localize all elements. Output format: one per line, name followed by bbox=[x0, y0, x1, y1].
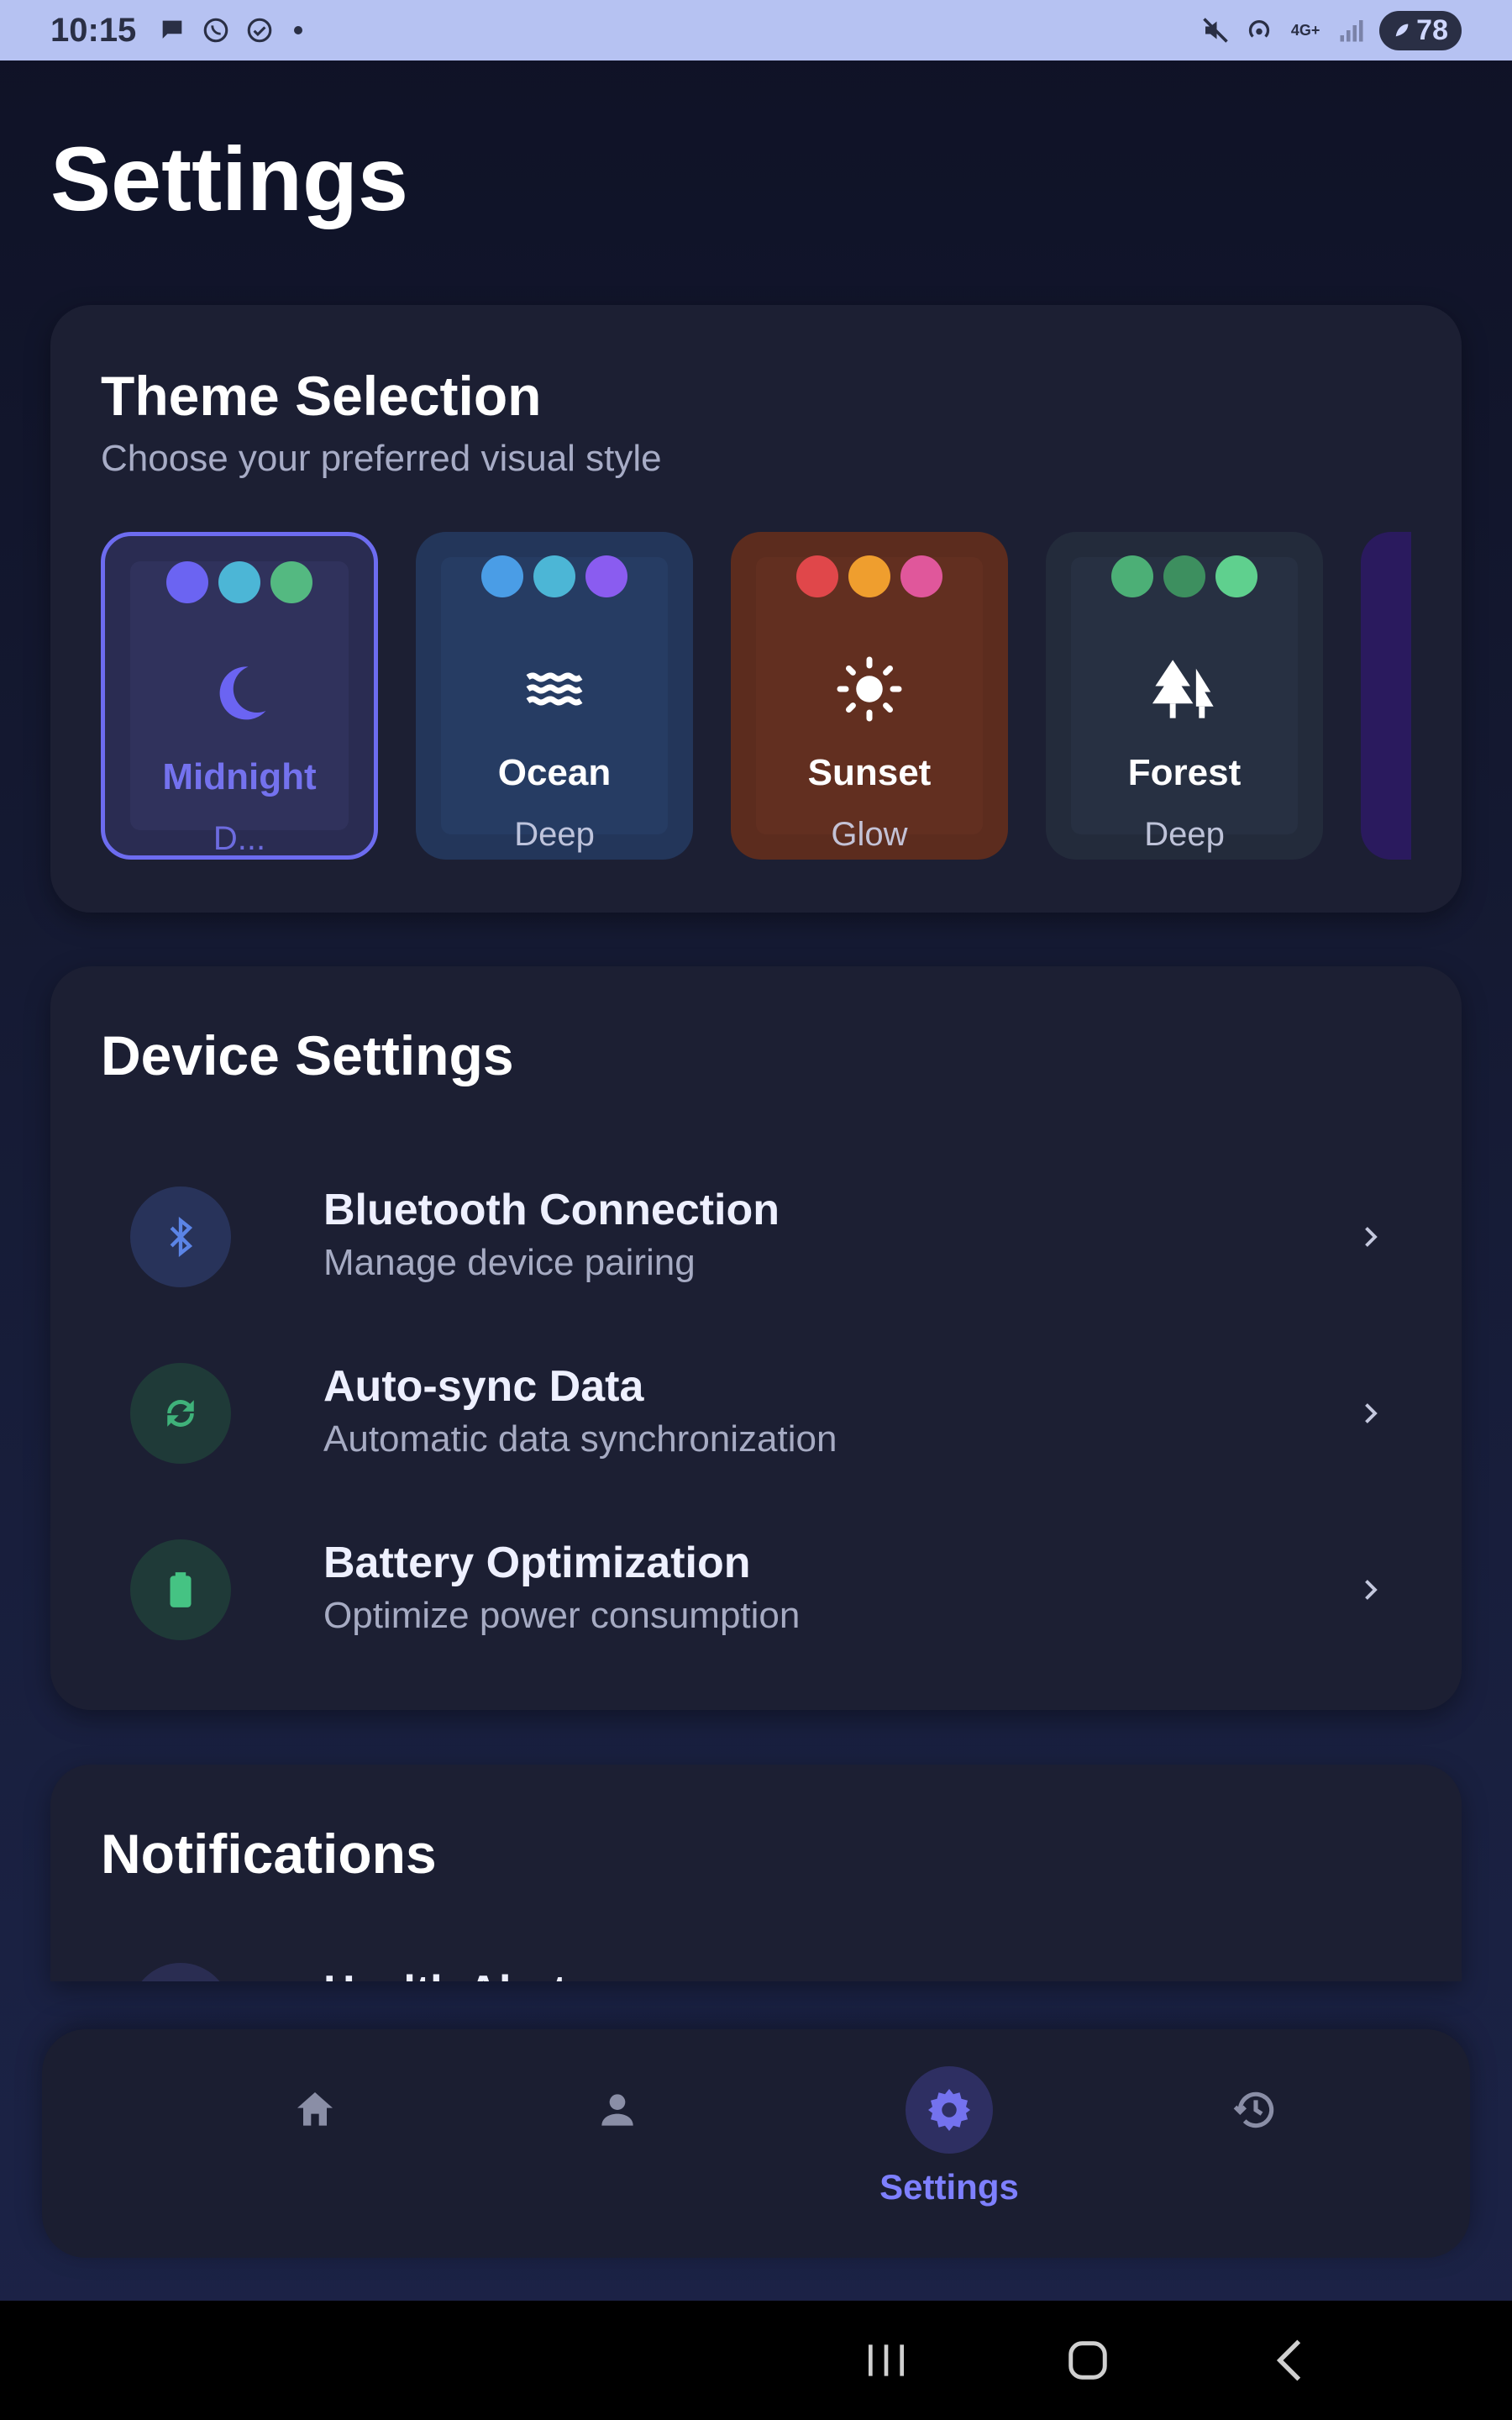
theme-label-sunset: Sunset bbox=[807, 752, 932, 793]
heart-icon bbox=[130, 1963, 231, 1981]
chevron-right-icon bbox=[1350, 1217, 1390, 1257]
row-title: Auto-sync Data bbox=[323, 1362, 644, 1411]
theme-carousel[interactable]: Midnight D... Ocean Deep Sunset Glow For… bbox=[101, 532, 1411, 868]
status-left: 10:15 bbox=[50, 11, 303, 50]
row-subtitle: Automatic data synchronization bbox=[323, 1418, 837, 1460]
setting-row-auto-sync[interactable]: Auto-sync Data Automatic data synchroniz… bbox=[130, 1344, 1407, 1487]
sun-icon bbox=[731, 654, 1008, 724]
page-title: Settings bbox=[50, 128, 409, 229]
bottom-navigation: Settings bbox=[42, 2029, 1470, 2258]
theme-tile-next-partial[interactable] bbox=[1361, 532, 1411, 860]
theme-tile-sunset[interactable]: Sunset Glow bbox=[731, 532, 1008, 860]
4g-data-icon: 4G+ bbox=[1287, 14, 1324, 46]
bluetooth-icon bbox=[130, 1186, 231, 1287]
theme-section-subtitle: Choose your preferred visual style bbox=[101, 438, 662, 479]
recent-apps-icon[interactable] bbox=[857, 2331, 916, 2390]
row-title: Battery Optimization bbox=[323, 1539, 751, 1587]
notification-dot bbox=[294, 26, 303, 34]
waves-icon bbox=[416, 654, 693, 724]
back-icon[interactable] bbox=[1260, 2331, 1319, 2390]
check-circle-icon bbox=[244, 14, 276, 46]
nav-settings[interactable]: Settings bbox=[823, 2029, 1075, 2258]
theme-label-forest: Forest bbox=[1127, 752, 1242, 793]
theme-section-title: Theme Selection bbox=[101, 365, 542, 427]
theme-color-dots bbox=[105, 561, 374, 603]
profile-icon bbox=[574, 2066, 661, 2154]
chat-bubble-icon bbox=[156, 14, 188, 46]
nav-settings-label: Settings bbox=[879, 2167, 1019, 2207]
settings-gear-icon bbox=[906, 2066, 993, 2154]
notification-row-partial[interactable]: Health Alerts bbox=[130, 1963, 1390, 1981]
network-label: 4G+ bbox=[1290, 21, 1320, 39]
nav-profile[interactable] bbox=[529, 2029, 706, 2258]
notifications-section-title: Notifications bbox=[101, 1823, 437, 1885]
theme-sub-ocean: Deep bbox=[514, 816, 595, 853]
row-title: Bluetooth Connection bbox=[323, 1186, 780, 1234]
home-icon bbox=[271, 2066, 359, 2154]
row-title: Health Alerts bbox=[323, 1966, 591, 1981]
theme-sub-sunset: Glow bbox=[831, 816, 908, 853]
theme-sub-midnight: D... bbox=[213, 820, 266, 857]
sync-icon bbox=[130, 1363, 231, 1464]
charging-leaf-icon bbox=[1395, 24, 1409, 37]
hotspot-icon bbox=[1243, 14, 1275, 46]
mute-icon bbox=[1200, 14, 1231, 46]
battery-indicator: 78 bbox=[1379, 10, 1462, 50]
setting-row-bluetooth[interactable]: Bluetooth Connection Manage device pairi… bbox=[130, 1168, 1407, 1311]
trees-icon bbox=[1046, 654, 1323, 724]
setting-row-battery[interactable]: Battery Optimization Optimize power cons… bbox=[130, 1521, 1407, 1664]
home-button-icon[interactable] bbox=[1058, 2331, 1117, 2390]
battery-icon bbox=[130, 1539, 231, 1640]
status-bar: 10:15 4G+ 78 bbox=[0, 0, 1512, 60]
device-settings-card: Device Settings Bluetooth Connection Man… bbox=[50, 966, 1462, 1710]
signal-icon bbox=[1336, 14, 1368, 46]
theme-sub-forest: Deep bbox=[1144, 816, 1225, 853]
theme-color-dots bbox=[1046, 555, 1323, 597]
theme-tile-forest[interactable]: Forest Deep bbox=[1046, 532, 1323, 860]
nav-history[interactable] bbox=[1168, 2029, 1344, 2258]
theme-color-dots bbox=[416, 555, 693, 597]
theme-label-midnight: Midnight bbox=[162, 756, 317, 797]
chevron-right-icon bbox=[1350, 1570, 1390, 1610]
whatsapp-icon bbox=[200, 14, 232, 46]
nav-home[interactable] bbox=[227, 2029, 403, 2258]
moon-icon bbox=[105, 658, 374, 729]
theme-selection-card: Theme Selection Choose your preferred vi… bbox=[50, 305, 1462, 913]
system-navigation-bar bbox=[0, 2301, 1512, 2420]
theme-color-dots bbox=[731, 555, 1008, 597]
history-icon bbox=[1212, 2066, 1299, 2154]
chevron-right-icon bbox=[1350, 1393, 1390, 1434]
device-section-title: Device Settings bbox=[101, 1024, 514, 1086]
notifications-card: Notifications Health Alerts bbox=[50, 1765, 1462, 1981]
theme-label-ocean: Ocean bbox=[497, 752, 612, 793]
theme-tile-midnight[interactable]: Midnight D... bbox=[101, 532, 378, 860]
row-subtitle: Optimize power consumption bbox=[323, 1595, 801, 1636]
status-right: 4G+ 78 bbox=[1200, 10, 1462, 50]
battery-level: 78 bbox=[1416, 13, 1448, 46]
theme-tile-ocean[interactable]: Ocean Deep bbox=[416, 532, 693, 860]
status-time: 10:15 bbox=[50, 11, 137, 49]
row-subtitle: Manage device pairing bbox=[323, 1242, 696, 1283]
